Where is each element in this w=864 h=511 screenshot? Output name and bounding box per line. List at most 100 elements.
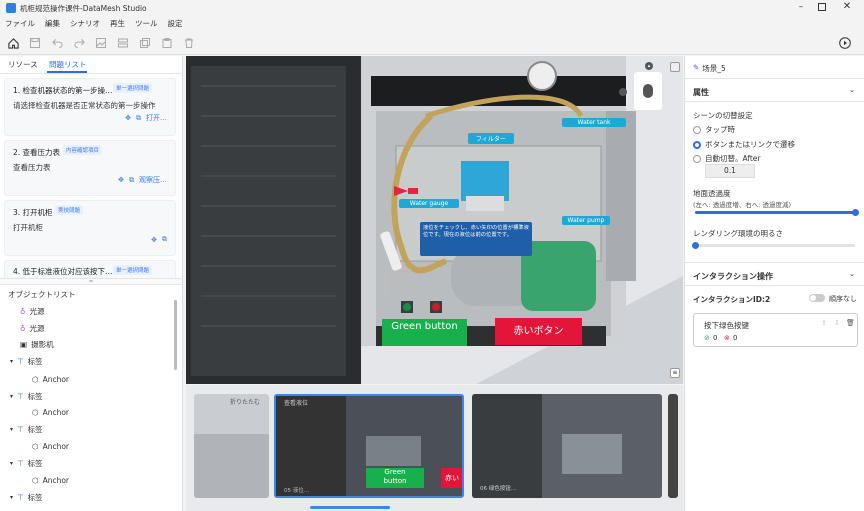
scene-viewport[interactable]: フィルター Water tank Water gauge Water pump …	[186, 56, 683, 384]
question-type-badge: 単一選択問題	[113, 265, 153, 275]
paste-icon[interactable]	[160, 36, 174, 50]
tree-item[interactable]: ⬡ Anchor	[32, 474, 69, 486]
menu-scenario[interactable]: シナリオ	[65, 17, 105, 31]
question-card-2[interactable]: 2. 查看压力表 内容確認項目 查看压力表 ✥ ⧉ 观察压…	[4, 140, 176, 196]
question-action[interactable]: 观察压…	[139, 175, 167, 185]
ground-transparency-slider[interactable]	[695, 209, 859, 216]
camera-icon: ▣	[20, 339, 28, 349]
chevron-down-icon[interactable]: ▾	[10, 426, 13, 433]
redo-icon[interactable]	[72, 36, 86, 50]
delete-icon[interactable]	[182, 36, 196, 50]
chevron-up-icon[interactable]: ▴	[645, 62, 653, 70]
option-tap[interactable]: タップ時	[693, 124, 735, 135]
scene-thumb-collapse[interactable]: 折りたたむ	[194, 394, 269, 498]
tree-item-label: 光源	[29, 323, 45, 333]
image-icon[interactable]	[94, 36, 108, 50]
menu-file[interactable]: ファイル	[0, 17, 40, 31]
chevron-down-icon[interactable]: ▾	[10, 393, 13, 400]
scene-thumb-active[interactable]: Green button 赤い 查看液位 05 液位...	[274, 394, 464, 498]
question-card-4[interactable]: 4. 低于标准液位对应该按下… 単一選択問題	[4, 260, 176, 278]
undo-icon[interactable]	[50, 36, 64, 50]
collapse-label[interactable]: 折りたたむ	[230, 397, 260, 406]
copy-icon[interactable]	[138, 36, 152, 50]
tree-item-label: 光源	[29, 306, 45, 316]
scene-name[interactable]: ✎ 场景_5	[693, 63, 726, 74]
chevron-down-icon[interactable]: ⌄	[849, 270, 855, 278]
settings-icon[interactable]	[670, 62, 680, 72]
divider	[685, 101, 864, 102]
thumb-caption: 查看液位	[284, 400, 309, 407]
copy-icon[interactable]: ⧉	[162, 235, 167, 244]
maximize-icon[interactable]	[818, 3, 826, 11]
filmstrip-scrollbar[interactable]	[310, 506, 390, 509]
tree-item[interactable]: ♁ 光源	[20, 322, 45, 334]
menu-edit[interactable]: 編集	[40, 17, 65, 31]
chevron-left-icon[interactable]	[619, 88, 627, 96]
move-icon[interactable]: ✥	[125, 114, 131, 122]
tree-item[interactable]: ▾ ⊤ 标签	[10, 390, 43, 402]
chevron-down-icon[interactable]: ▾	[10, 494, 13, 501]
tree-item[interactable]: ⬡ Anchor	[32, 440, 69, 452]
question-card-1[interactable]: 1. 检查机器状态的第一步操… 単一選択問題 请选择检查机器是否正常状态的第一步…	[4, 78, 176, 136]
tree-item[interactable]: ⬡ Anchor	[32, 406, 69, 418]
tab-question-list[interactable]: 問題リスト	[49, 58, 87, 72]
home-icon[interactable]	[6, 36, 20, 50]
option-label: タップ時	[705, 125, 735, 134]
panel-splitter[interactable]: ═	[0, 278, 182, 285]
chevron-down-icon[interactable]: ▾	[10, 460, 13, 467]
copy-icon[interactable]: ⧉	[129, 176, 134, 185]
tree-item[interactable]: ♁ 光源	[20, 305, 45, 317]
option-button-link[interactable]: ボタンまたはリンクで遷移	[693, 139, 795, 150]
radio-selected[interactable]	[693, 140, 701, 149]
brightness-slider[interactable]	[691, 242, 855, 249]
minimize-icon[interactable]: –	[795, 2, 807, 14]
radio[interactable]	[693, 125, 701, 134]
tree-item[interactable]: ▾ ⊤ 标签	[10, 457, 43, 469]
tree-item[interactable]: ▣ 摄影机	[20, 338, 54, 350]
auto-seconds-input[interactable]: 0.1	[705, 164, 755, 178]
green-button-label[interactable]: Green button	[382, 319, 467, 346]
scene-thumb[interactable]: 06 绿色按钮...	[472, 394, 662, 498]
ground-transparency-hint: (左へ: 透過度増、右へ: 透過度減)	[693, 201, 792, 209]
interaction-item[interactable]: 按下绿色按键 ⇪ ⇩ 🗑 ⊘ 0 ⊗ 0	[693, 313, 858, 347]
tree-item[interactable]: ▾ ⊤ 标签	[10, 423, 43, 435]
tree-item[interactable]: ⬡ Anchor	[32, 373, 69, 385]
tree-item-label: Anchor	[42, 475, 69, 485]
list-icon[interactable]: ≡	[670, 368, 680, 378]
cube-icon: ⬡	[32, 407, 39, 417]
menu-settings[interactable]: 設定	[163, 17, 188, 31]
tree-item[interactable]: ▾ ⊤ 标签	[10, 355, 43, 367]
chevron-down-icon[interactable]: ▾	[10, 358, 13, 365]
layers-icon[interactable]	[116, 36, 130, 50]
chevron-down-icon[interactable]: ⌄	[849, 86, 855, 94]
question-desc: 请选择检查机器是否正常状态的第一步操作	[13, 101, 156, 110]
toolbar	[0, 31, 864, 55]
delete-icon[interactable]: 🗑	[846, 319, 855, 327]
scene-thumb-partial[interactable]	[668, 394, 678, 498]
radio[interactable]	[693, 154, 701, 163]
menu-play[interactable]: 再生	[105, 17, 130, 31]
order-toggle[interactable]	[809, 294, 825, 302]
play-icon[interactable]	[838, 36, 852, 50]
menu-tools[interactable]: ツール	[130, 17, 163, 31]
option-auto[interactable]: 自動切替。After	[693, 153, 761, 164]
move-icon[interactable]: ✥	[118, 176, 124, 184]
tab-resources[interactable]: リソース	[8, 58, 38, 72]
edit-icon[interactable]: ✎	[693, 63, 699, 74]
thumb-footer: 05 液位...	[284, 488, 309, 494]
copy-icon[interactable]: ⧉	[136, 114, 141, 123]
save-icon[interactable]	[28, 36, 42, 50]
tree-item[interactable]: ▾ ⊤ 标签	[10, 491, 43, 503]
tree-item-label: Anchor	[42, 407, 69, 417]
water-gauge-label: Water gauge	[399, 199, 459, 208]
download-icon[interactable]: ⇩	[834, 319, 840, 327]
view-avatar[interactable]	[634, 72, 662, 110]
scrollbar[interactable]	[174, 300, 177, 370]
move-icon[interactable]: ✥	[151, 236, 157, 244]
interaction-title: インタラクション操作	[693, 272, 773, 281]
question-action[interactable]: 打开…	[146, 113, 167, 123]
red-button-label[interactable]: 赤いボタン	[495, 318, 582, 345]
close-icon[interactable]: ✕	[841, 1, 853, 13]
upload-icon[interactable]: ⇪	[821, 319, 827, 327]
question-card-3[interactable]: 3. 打开机柜 実技問題 打开机柜 ✥ ⧉	[4, 200, 176, 256]
